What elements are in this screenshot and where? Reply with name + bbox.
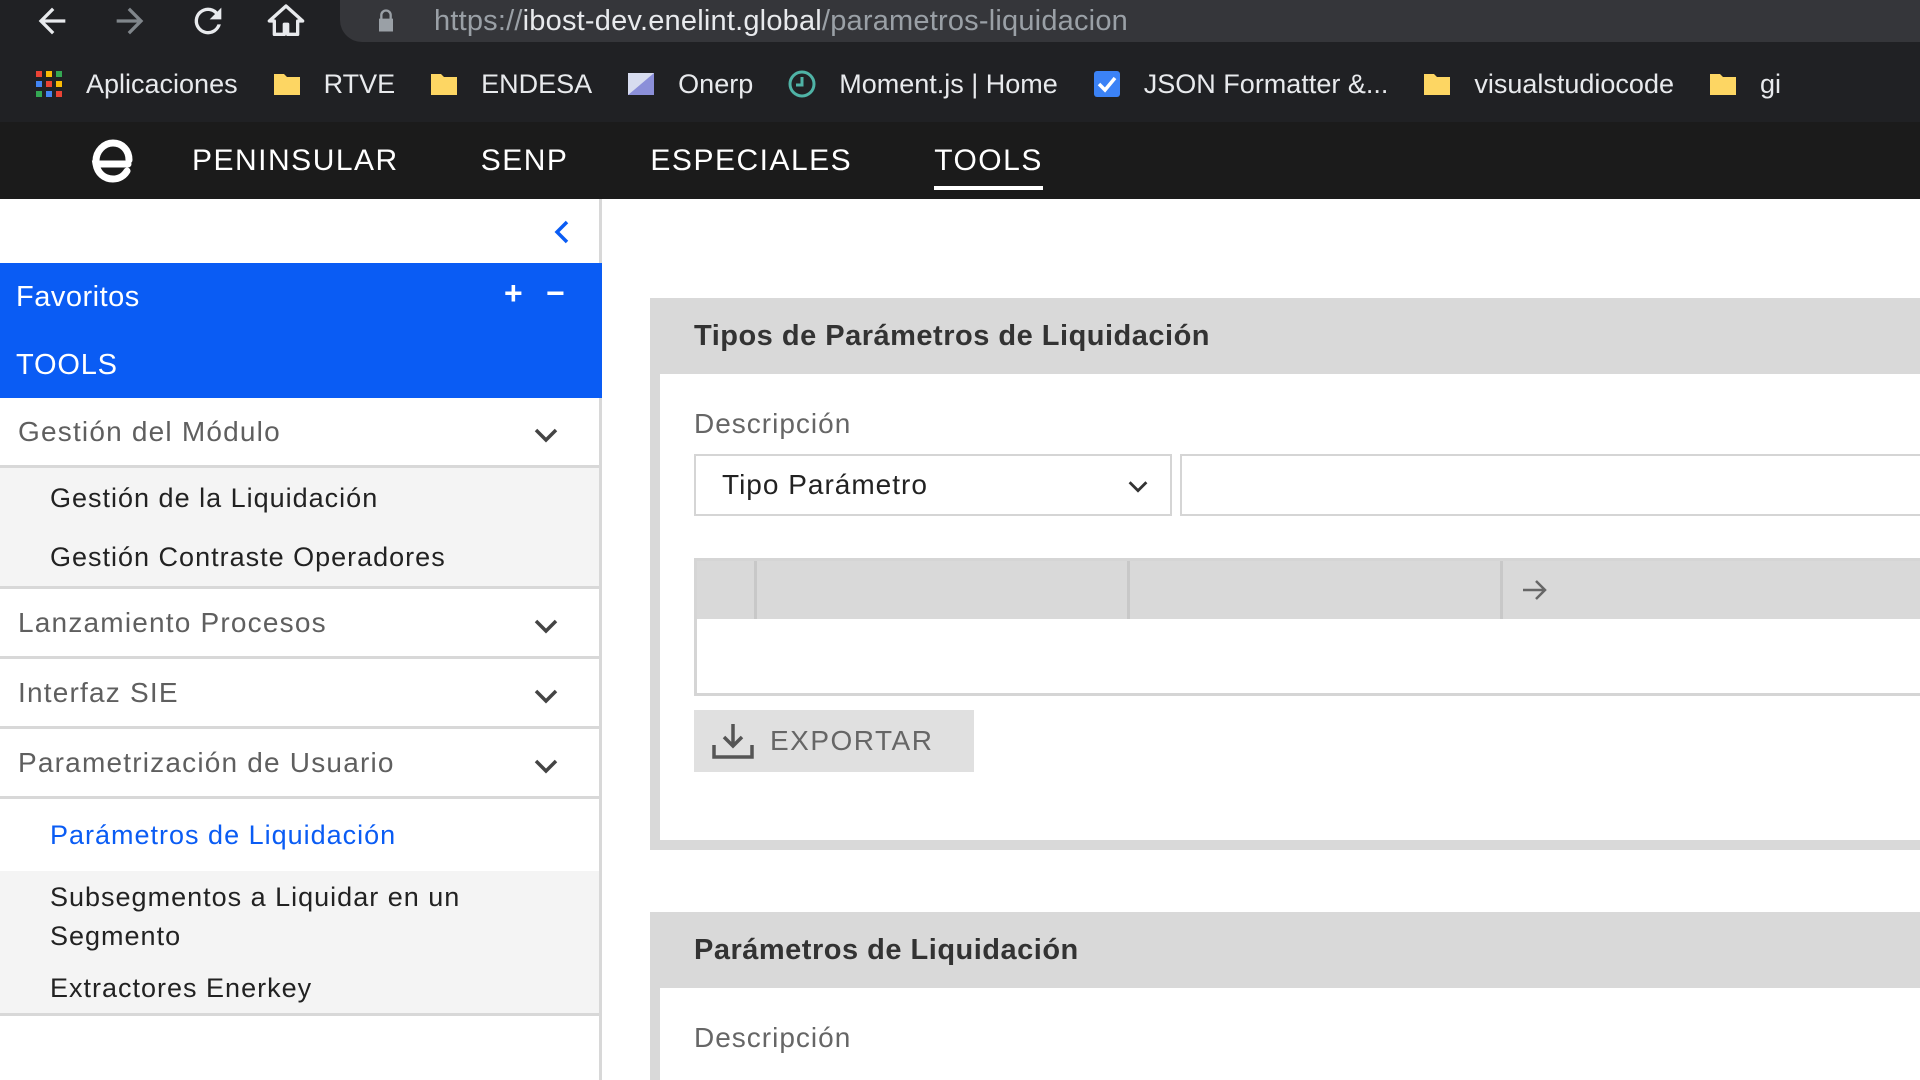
reload-button[interactable] — [186, 0, 230, 42]
descripcion-label: Descripción — [694, 1022, 852, 1053]
select-value: Tipo Parámetro — [722, 469, 928, 500]
bookmark-visualstudiocode[interactable]: visualstudiocode — [1422, 69, 1674, 100]
bookmark-label: RTVE — [323, 68, 396, 99]
menu-item-gestion-contraste[interactable]: Gestión Contraste Operadores — [0, 529, 599, 586]
chevron-down-icon — [534, 759, 558, 774]
menu-group-label: Lanzamiento Procesos — [18, 606, 327, 638]
panel-title: Parámetros de Liquidación — [694, 934, 1079, 966]
browser-nav-buttons — [30, 0, 308, 42]
chevron-down-icon — [534, 619, 558, 634]
bookmark-label: JSON Formatter &... — [1143, 68, 1389, 99]
forward-button[interactable] — [108, 0, 152, 42]
panel-body: Descripción — [660, 988, 1920, 1080]
grid-column-3[interactable] — [1503, 561, 1920, 619]
export-label: EXPORTAR — [770, 725, 934, 756]
bookmark-aplicaciones[interactable]: Aplicaciones — [34, 69, 238, 100]
bookmark-label: ENDESA — [481, 68, 593, 99]
bookmark-onerp[interactable]: Onerp — [626, 69, 753, 100]
menu-item-gestion-liquidacion[interactable]: Gestión de la Liquidación — [0, 468, 599, 529]
menu-group-label: Interfaz SIE — [18, 676, 179, 708]
bookmark-label: Onerp — [678, 68, 754, 99]
clock-icon — [788, 70, 816, 98]
folder-icon — [431, 74, 458, 95]
tab-peninsular[interactable]: PENINSULAR — [192, 138, 399, 184]
bookmark-label: Moment.js | Home — [839, 68, 1058, 99]
menu-group-label: Parametrización de Usuario — [18, 746, 395, 778]
reload-icon — [194, 7, 222, 35]
check-icon — [1093, 71, 1120, 97]
arrow-right-icon[interactable] — [1519, 575, 1551, 605]
home-button[interactable] — [264, 0, 308, 42]
panel-title: Tipos de Parámetros de Liquidación — [694, 320, 1211, 352]
bookmark-label: Aplicaciones — [86, 68, 238, 99]
app-header: PENINSULAR SENP ESPECIALES TOOLS — [0, 122, 1920, 199]
tipo-parametro-select[interactable]: Tipo Parámetro — [694, 454, 1172, 516]
folder-icon — [1709, 74, 1736, 95]
grid-select-column[interactable] — [697, 561, 757, 619]
lock-icon — [379, 9, 393, 32]
descripcion-input[interactable] — [1180, 454, 1920, 516]
add-favorite-button[interactable]: + — [504, 275, 523, 312]
folder-icon — [273, 74, 300, 95]
chevron-down-icon — [534, 689, 558, 704]
favorites-section: Favoritos + − TOOLS — [0, 263, 602, 398]
bookmarks-bar: Aplicaciones RTVE ENDESA Onerp Moment.js… — [0, 58, 1920, 110]
chevron-left-icon[interactable] — [548, 217, 578, 247]
menu-group-label: Gestión del Módulo — [18, 415, 281, 447]
url-text: https://ibost-dev.enelint.global/paramet… — [434, 4, 1128, 37]
bookmark-endesa[interactable]: ENDESA — [429, 69, 592, 100]
tab-senp[interactable]: SENP — [481, 138, 569, 184]
panel-tipos-parametros: Tipos de Parámetros de Liquidación Descr… — [650, 298, 1920, 850]
chevron-down-icon — [534, 428, 558, 443]
bookmark-label: visualstudiocode — [1474, 68, 1674, 99]
remove-favorite-button[interactable]: − — [546, 275, 565, 312]
menu-group-lanzamiento-procesos[interactable]: Lanzamiento Procesos — [0, 589, 599, 659]
bookmark-rtve[interactable]: RTVE — [272, 68, 396, 100]
menu-item-subsegmentos[interactable]: Subsegmentos a Liquidar en un Segmento — [0, 871, 599, 963]
menu-group-interfaz-sie[interactable]: Interfaz SIE — [0, 659, 599, 729]
favorite-item-tools[interactable]: TOOLS — [16, 349, 118, 382]
grid-header — [697, 561, 1920, 619]
grid-body — [697, 619, 1920, 693]
submenu-gestion-modulo: Gestión de la Liquidación Gestión Contra… — [0, 468, 599, 589]
tab-especiales[interactable]: ESPECIALES — [650, 138, 852, 184]
bookmark-json-formatter[interactable]: JSON Formatter &... — [1092, 68, 1389, 100]
menu-item-extractores-enerkey[interactable]: Extractores Enerkey — [0, 963, 599, 1013]
menu-item-parametros-liquidacion[interactable]: Parámetros de Liquidación — [0, 799, 599, 871]
onerp-icon — [628, 73, 655, 95]
download-icon — [712, 724, 754, 759]
bookmark-label: gi — [1759, 68, 1781, 99]
arrow-left-icon — [38, 7, 66, 35]
sidebar: Favoritos + − TOOLS Gestión del Módulo G… — [0, 199, 602, 1080]
apps-grid-icon — [36, 71, 62, 97]
main-nav: PENINSULAR SENP ESPECIALES TOOLS — [192, 122, 1125, 199]
home-icon — [267, 4, 305, 36]
bookmark-gi[interactable]: gi — [1708, 69, 1781, 100]
panel-body: Descripción Tipo Parámetro EXPORTAR — [660, 374, 1920, 840]
menu-group-gestion-modulo[interactable]: Gestión del Módulo — [0, 398, 599, 468]
menu-group-parametrizacion-usuario[interactable]: Parametrización de Usuario — [0, 729, 599, 799]
browser-toolbar: https://ibost-dev.enelint.global/paramet… — [0, 0, 1920, 122]
descripcion-label: Descripción — [694, 408, 852, 439]
grid-column-2[interactable] — [1130, 561, 1503, 619]
submenu-parametrizacion-usuario: Parámetros de Liquidación Subsegmentos a… — [0, 799, 599, 1016]
panel-parametros-liquidacion: Parámetros de Liquidación Descripción — [650, 912, 1920, 1080]
back-button[interactable] — [30, 0, 74, 42]
favorites-title: Favoritos — [16, 281, 140, 313]
grid-column-1[interactable] — [757, 561, 1130, 619]
folder-icon — [1424, 74, 1451, 95]
arrow-right-icon — [116, 7, 144, 35]
chevron-down-icon — [1128, 481, 1148, 493]
tab-tools[interactable]: TOOLS — [934, 138, 1043, 190]
enel-logo-icon[interactable] — [82, 134, 142, 188]
address-bar[interactable]: https://ibost-dev.enelint.global/paramet… — [340, 0, 1920, 42]
data-grid — [694, 558, 1920, 696]
sidebar-menu: Gestión del Módulo Gestión de la Liquida… — [0, 398, 599, 1016]
bookmark-momentjs[interactable]: Moment.js | Home — [787, 69, 1058, 100]
export-button[interactable]: EXPORTAR — [694, 710, 974, 772]
